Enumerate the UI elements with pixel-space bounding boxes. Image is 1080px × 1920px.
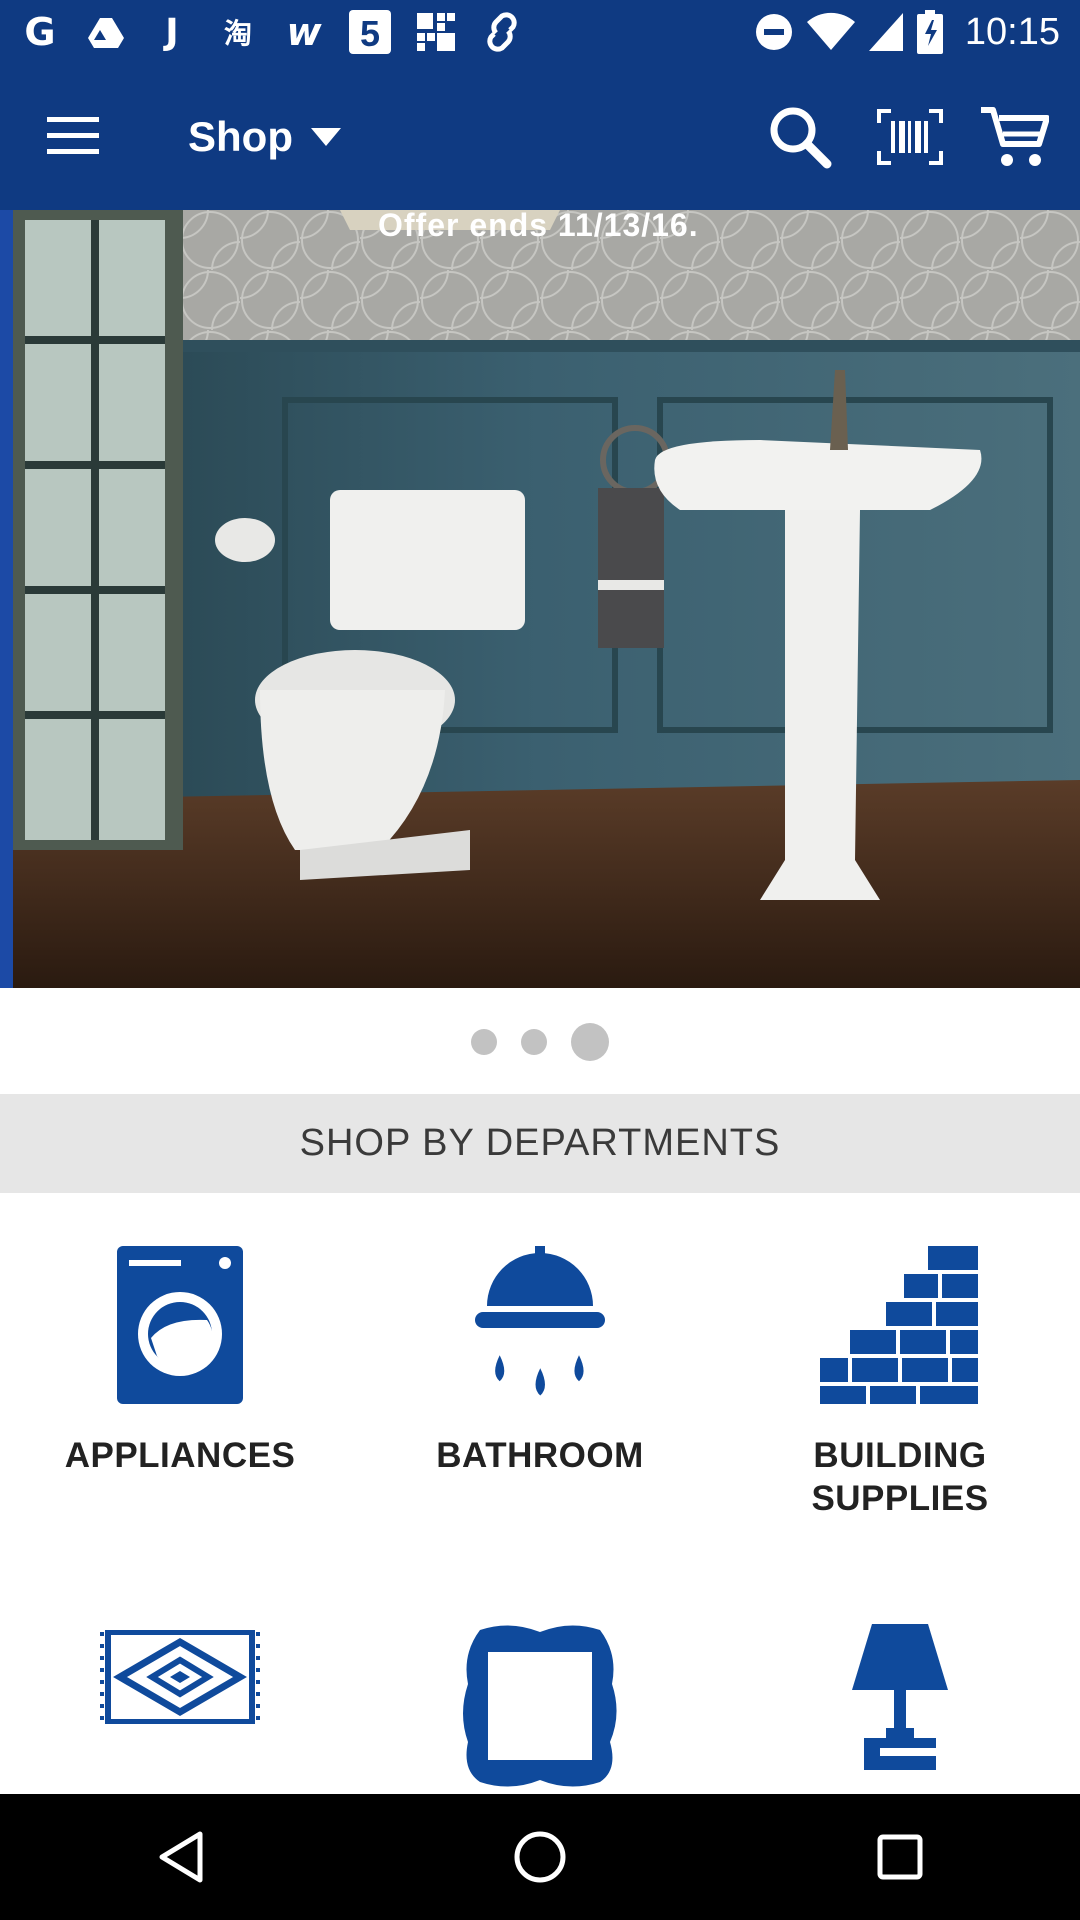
bathroom-photo bbox=[0, 210, 1080, 988]
department-label: BATHROOM bbox=[436, 1436, 644, 1475]
department-label: BUILDING SUPPLIES bbox=[811, 1436, 989, 1518]
shop-title: Shop bbox=[188, 113, 293, 160]
promo-banner[interactable]: Offer ends 11/13/16. bbox=[0, 210, 1080, 988]
j-icon: J bbox=[165, 11, 179, 53]
recents-button[interactable] bbox=[840, 1807, 960, 1907]
department-bathroom[interactable]: BATHROOM bbox=[360, 1246, 720, 1477]
section-title: SHOP BY DEPARTMENTS bbox=[299, 1122, 781, 1164]
hamburger-icon bbox=[47, 117, 99, 154]
chevron-down-icon bbox=[310, 128, 341, 146]
link-icon bbox=[480, 10, 524, 54]
w-icon: w bbox=[286, 10, 322, 54]
frame-icon bbox=[463, 1625, 617, 1787]
carousel-dot-2[interactable] bbox=[521, 1029, 547, 1055]
back-icon bbox=[159, 1831, 203, 1883]
banner-edge bbox=[0, 210, 13, 988]
department-appliances[interactable]: APPLIANCES bbox=[0, 1246, 360, 1477]
drive-icon bbox=[84, 10, 128, 54]
department-label: APPLIANCES bbox=[64, 1436, 296, 1475]
carousel-dot-1[interactable] bbox=[471, 1029, 497, 1055]
rug-icon bbox=[100, 1630, 260, 1724]
grid-icon bbox=[414, 10, 458, 54]
department-decor[interactable] bbox=[360, 1625, 720, 1788]
shop-dropdown[interactable]: Shop bbox=[188, 105, 341, 169]
signal-icon bbox=[868, 13, 903, 51]
clock: 10:15 bbox=[964, 10, 1060, 53]
home-button[interactable] bbox=[480, 1807, 600, 1907]
five-icon: 5 bbox=[348, 10, 392, 54]
barcode-scan-button[interactable] bbox=[872, 99, 948, 175]
washer-icon bbox=[117, 1246, 243, 1404]
departments-header: SHOP BY DEPARTMENTS bbox=[0, 1094, 1080, 1193]
shower-icon bbox=[475, 1246, 605, 1396]
search-button[interactable] bbox=[762, 99, 838, 175]
app-bar: Shop bbox=[0, 63, 1080, 210]
recents-icon bbox=[877, 1834, 923, 1880]
system-status: 10:15 bbox=[755, 6, 1060, 58]
department-building-supplies[interactable]: BUILDING SUPPLIES bbox=[720, 1246, 1080, 1520]
carousel-indicator bbox=[0, 1010, 1080, 1074]
battery-icon bbox=[916, 10, 943, 54]
system-nav-bar bbox=[0, 1794, 1080, 1920]
lamp-icon bbox=[852, 1624, 948, 1770]
department-rugs[interactable] bbox=[0, 1630, 360, 1724]
wifi-icon bbox=[806, 12, 855, 51]
do-not-disturb-icon bbox=[755, 14, 792, 50]
search-icon bbox=[770, 107, 832, 169]
menu-button[interactable] bbox=[30, 103, 116, 169]
bricks-icon bbox=[820, 1246, 978, 1404]
notification-icons: G J 淘 w 5 bbox=[18, 6, 524, 58]
google-icon: G bbox=[24, 10, 56, 54]
department-lighting[interactable] bbox=[720, 1624, 1080, 1788]
status-bar: G J 淘 w 5 10:15 bbox=[0, 0, 1080, 63]
taobao-icon: 淘 bbox=[223, 17, 252, 50]
carousel-dot-3[interactable] bbox=[571, 1023, 609, 1061]
offer-text: Offer ends 11/13/16. bbox=[378, 210, 699, 243]
cart-button[interactable] bbox=[976, 99, 1052, 175]
home-icon bbox=[514, 1831, 566, 1883]
cart-icon bbox=[981, 107, 1049, 166]
back-button[interactable] bbox=[120, 1807, 240, 1907]
barcode-icon bbox=[877, 109, 943, 165]
svg-text:5: 5 bbox=[360, 13, 380, 54]
